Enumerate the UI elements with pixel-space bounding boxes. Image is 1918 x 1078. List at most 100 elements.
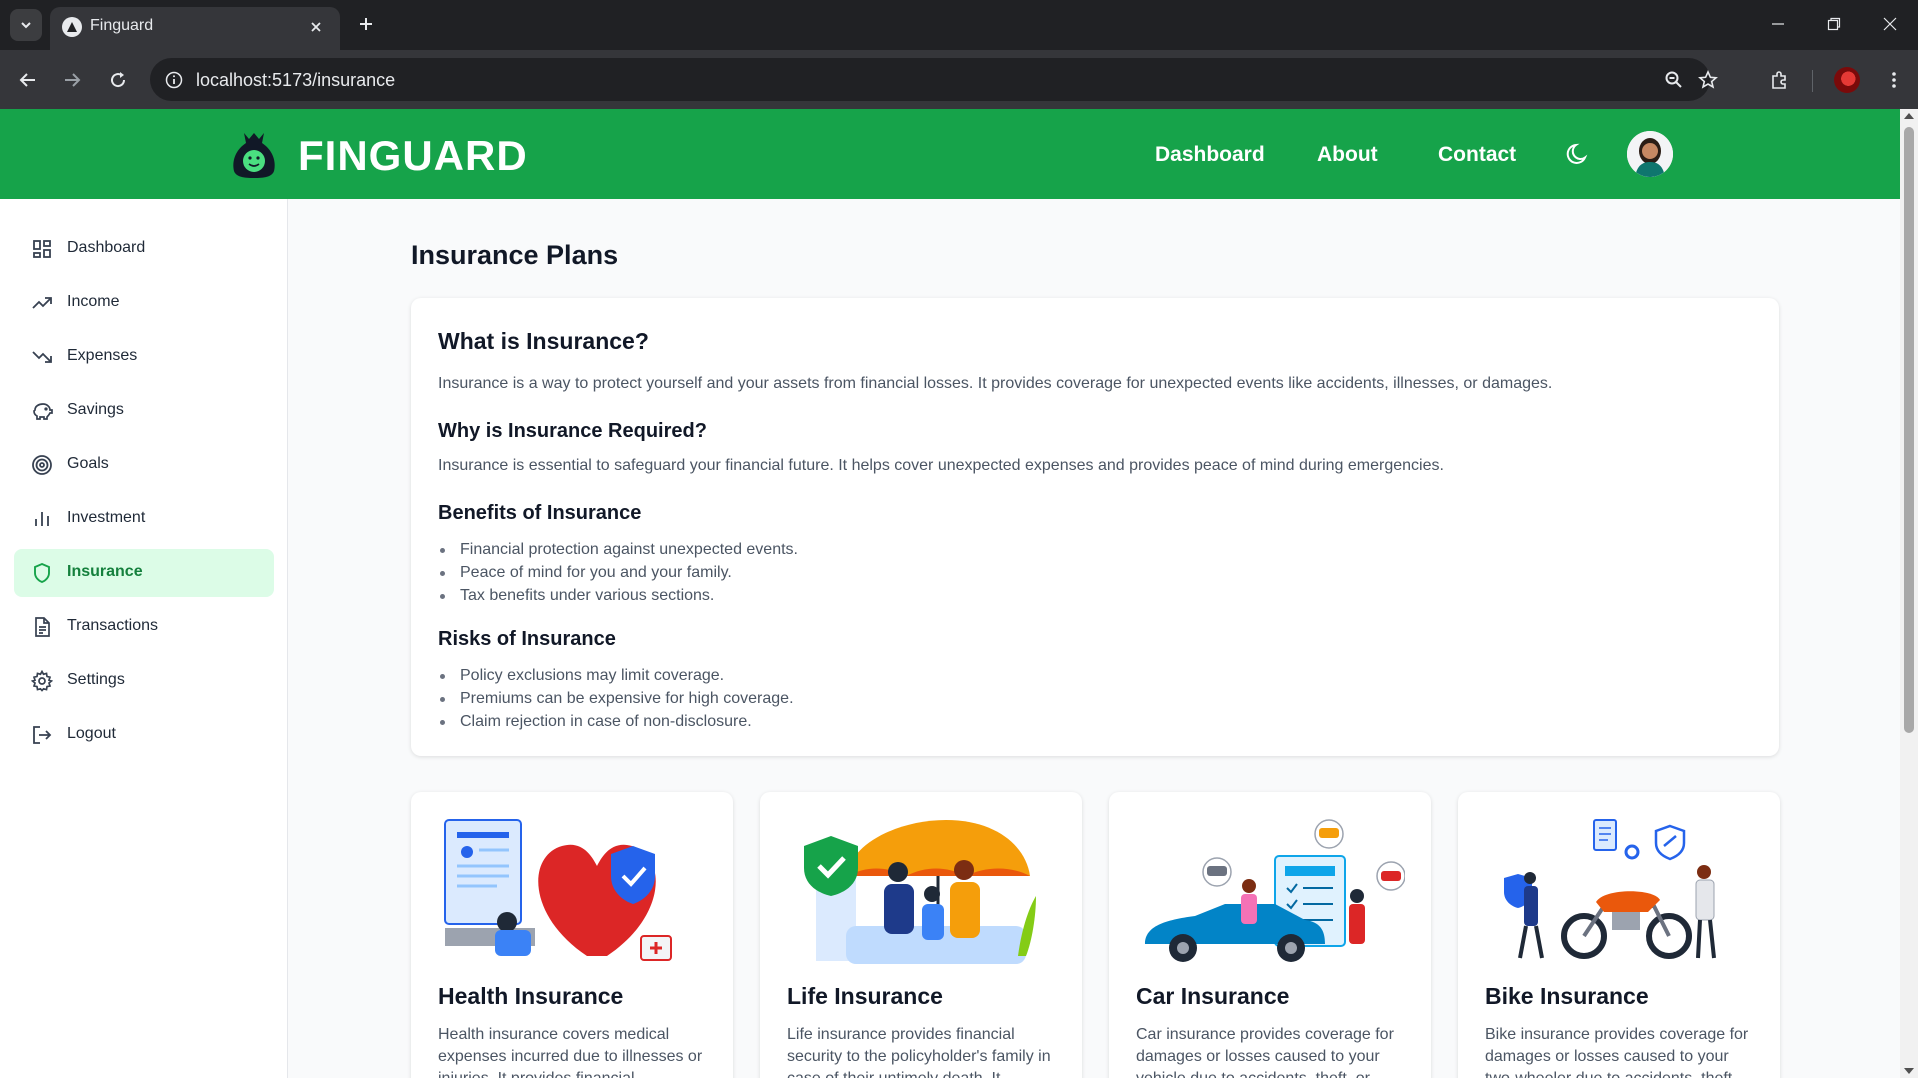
- bar-chart-icon: [30, 507, 54, 531]
- bike-insurance-illustration: [1504, 819, 1716, 959]
- list-item: Claim rejection in case of non-disclosur…: [438, 712, 794, 735]
- minimize-button[interactable]: [1758, 8, 1798, 40]
- benefits-heading: Benefits of Insurance: [438, 502, 642, 524]
- risks-list: Policy exclusions may limit coverage. Pr…: [438, 666, 794, 735]
- plus-icon: [360, 18, 372, 30]
- health-insurance-card[interactable]: Health Insurance Health insurance covers…: [411, 792, 733, 1078]
- card-description: Car insurance provides coverage for dama…: [1136, 1026, 1394, 1078]
- card-description: Life insurance provides financial securi…: [787, 1026, 1051, 1078]
- sidebar-item-label: Goals: [67, 455, 109, 472]
- more-vert-icon: [1892, 72, 1896, 88]
- restore-button[interactable]: [1814, 8, 1854, 40]
- chevron-down-icon: [21, 22, 31, 29]
- scrollbar-thumb[interactable]: [1904, 127, 1914, 733]
- gear-icon: [30, 669, 54, 693]
- card-description: Health insurance covers medical expenses…: [438, 1026, 703, 1078]
- list-item: Peace of mind for you and your family.: [438, 563, 798, 586]
- life-insurance-illustration: [804, 820, 1036, 964]
- money-bag-logo-icon[interactable]: [230, 129, 278, 179]
- sidebar-item-label: Investment: [67, 509, 146, 526]
- extensions-icon[interactable]: [1763, 64, 1795, 96]
- sidebar-item-label: Savings: [67, 401, 124, 418]
- logout-icon: [30, 723, 54, 747]
- list-item: Policy exclusions may limit coverage.: [438, 666, 794, 689]
- favicon-icon: [62, 17, 82, 37]
- life-insurance-card[interactable]: Life Insurance Life insurance provides f…: [760, 792, 1082, 1078]
- trending-down-icon: [30, 345, 54, 369]
- sidebar-item-label: Expenses: [67, 347, 138, 364]
- risks-heading: Risks of Insurance: [438, 628, 616, 650]
- browser-tab[interactable]: Finguard: [50, 7, 340, 50]
- forward-button[interactable]: [56, 64, 88, 96]
- card-title: Car Insurance: [1136, 983, 1290, 1009]
- piggy-bank-icon: [30, 399, 54, 423]
- sidebar-item-transactions[interactable]: Transactions: [14, 603, 274, 651]
- car-insurance-card[interactable]: Car Insurance Car insurance provides cov…: [1109, 792, 1431, 1078]
- nav-dashboard[interactable]: Dashboard: [1155, 143, 1265, 167]
- sidebar-item-label: Settings: [67, 671, 125, 688]
- what-is-insurance-text: Insurance is a way to protect yourself a…: [438, 375, 1553, 392]
- sidebar-item-insurance[interactable]: Insurance: [14, 549, 274, 597]
- browser-tab-bar: Finguard: [0, 0, 1918, 50]
- target-icon: [30, 453, 54, 477]
- card-description: Bike insurance provides coverage for dam…: [1485, 1026, 1749, 1078]
- why-insurance-heading: Why is Insurance Required?: [438, 420, 707, 442]
- sidebar-item-logout[interactable]: Logout: [14, 711, 274, 759]
- arrow-right-icon: [65, 73, 81, 87]
- arrow-left-icon: [19, 73, 35, 87]
- close-tab-icon[interactable]: [304, 15, 328, 39]
- profile-icon: [1834, 67, 1860, 93]
- sidebar-item-label: Logout: [67, 725, 116, 742]
- nav-about[interactable]: About: [1317, 143, 1378, 167]
- scroll-up-arrow-icon[interactable]: [1904, 113, 1914, 119]
- sidebar-item-investment[interactable]: Investment: [14, 495, 274, 543]
- list-item: Premiums can be expensive for high cover…: [438, 689, 794, 712]
- address-bar[interactable]: localhost:5173/insurance: [150, 58, 1718, 101]
- tab-search-button[interactable]: [10, 9, 42, 41]
- card-title: Bike Insurance: [1485, 983, 1649, 1009]
- sidebar-item-label: Transactions: [67, 617, 158, 634]
- health-insurance-illustration: [444, 819, 672, 961]
- why-insurance-text: Insurance is essential to safeguard your…: [438, 457, 1444, 474]
- toolbar-divider: [1812, 70, 1813, 92]
- grid-icon: [30, 237, 54, 261]
- sidebar-item-savings[interactable]: Savings: [14, 387, 274, 435]
- profile-avatar[interactable]: [1831, 64, 1863, 96]
- new-tab-button[interactable]: [352, 10, 380, 38]
- sidebar-item-income[interactable]: Income: [14, 279, 274, 327]
- user-avatar[interactable]: [1627, 131, 1673, 177]
- card-title: Life Insurance: [787, 983, 943, 1009]
- bike-insurance-card[interactable]: Bike Insurance Bike insurance provides c…: [1458, 792, 1780, 1078]
- page-title: Insurance Plans: [411, 240, 619, 270]
- brand-name[interactable]: FINGUARD: [298, 132, 528, 180]
- list-item: Tax benefits under various sections.: [438, 586, 798, 609]
- sidebar-item-expenses[interactable]: Expenses: [14, 333, 274, 381]
- list-item: Financial protection against unexpected …: [438, 540, 798, 563]
- trending-up-icon: [30, 291, 54, 315]
- nav-contact[interactable]: Contact: [1438, 143, 1516, 167]
- app-header: FINGUARD Dashboard About Contact: [0, 109, 1900, 199]
- theme-toggle-button[interactable]: [1563, 139, 1593, 169]
- site-info-icon[interactable]: [162, 68, 186, 92]
- bookmark-star-icon[interactable]: [1696, 68, 1720, 92]
- sidebar-item-label: Dashboard: [67, 239, 146, 256]
- zoom-icon[interactable]: [1662, 68, 1686, 92]
- sidebar-item-label: Insurance: [67, 563, 143, 580]
- sidebar-item-goals[interactable]: Goals: [14, 441, 274, 489]
- browser-menu-button[interactable]: [1878, 64, 1910, 96]
- moon-icon: [1566, 143, 1588, 164]
- back-button[interactable]: [12, 64, 44, 96]
- page-scrollbar[interactable]: [1900, 109, 1918, 1078]
- file-text-icon: [30, 615, 54, 639]
- reload-button[interactable]: [102, 64, 134, 96]
- reload-icon: [111, 72, 126, 88]
- what-is-insurance-heading: What is Insurance?: [438, 328, 649, 354]
- shield-icon: [30, 561, 54, 585]
- close-window-button[interactable]: [1870, 8, 1910, 40]
- url-text: localhost:5173/insurance: [196, 70, 396, 90]
- sidebar-item-settings[interactable]: Settings: [14, 657, 274, 705]
- benefits-list: Financial protection against unexpected …: [438, 540, 798, 609]
- sidebar-item-dashboard[interactable]: Dashboard: [14, 225, 274, 273]
- scroll-down-arrow-icon[interactable]: [1904, 1068, 1914, 1074]
- car-insurance-illustration: [1145, 819, 1405, 962]
